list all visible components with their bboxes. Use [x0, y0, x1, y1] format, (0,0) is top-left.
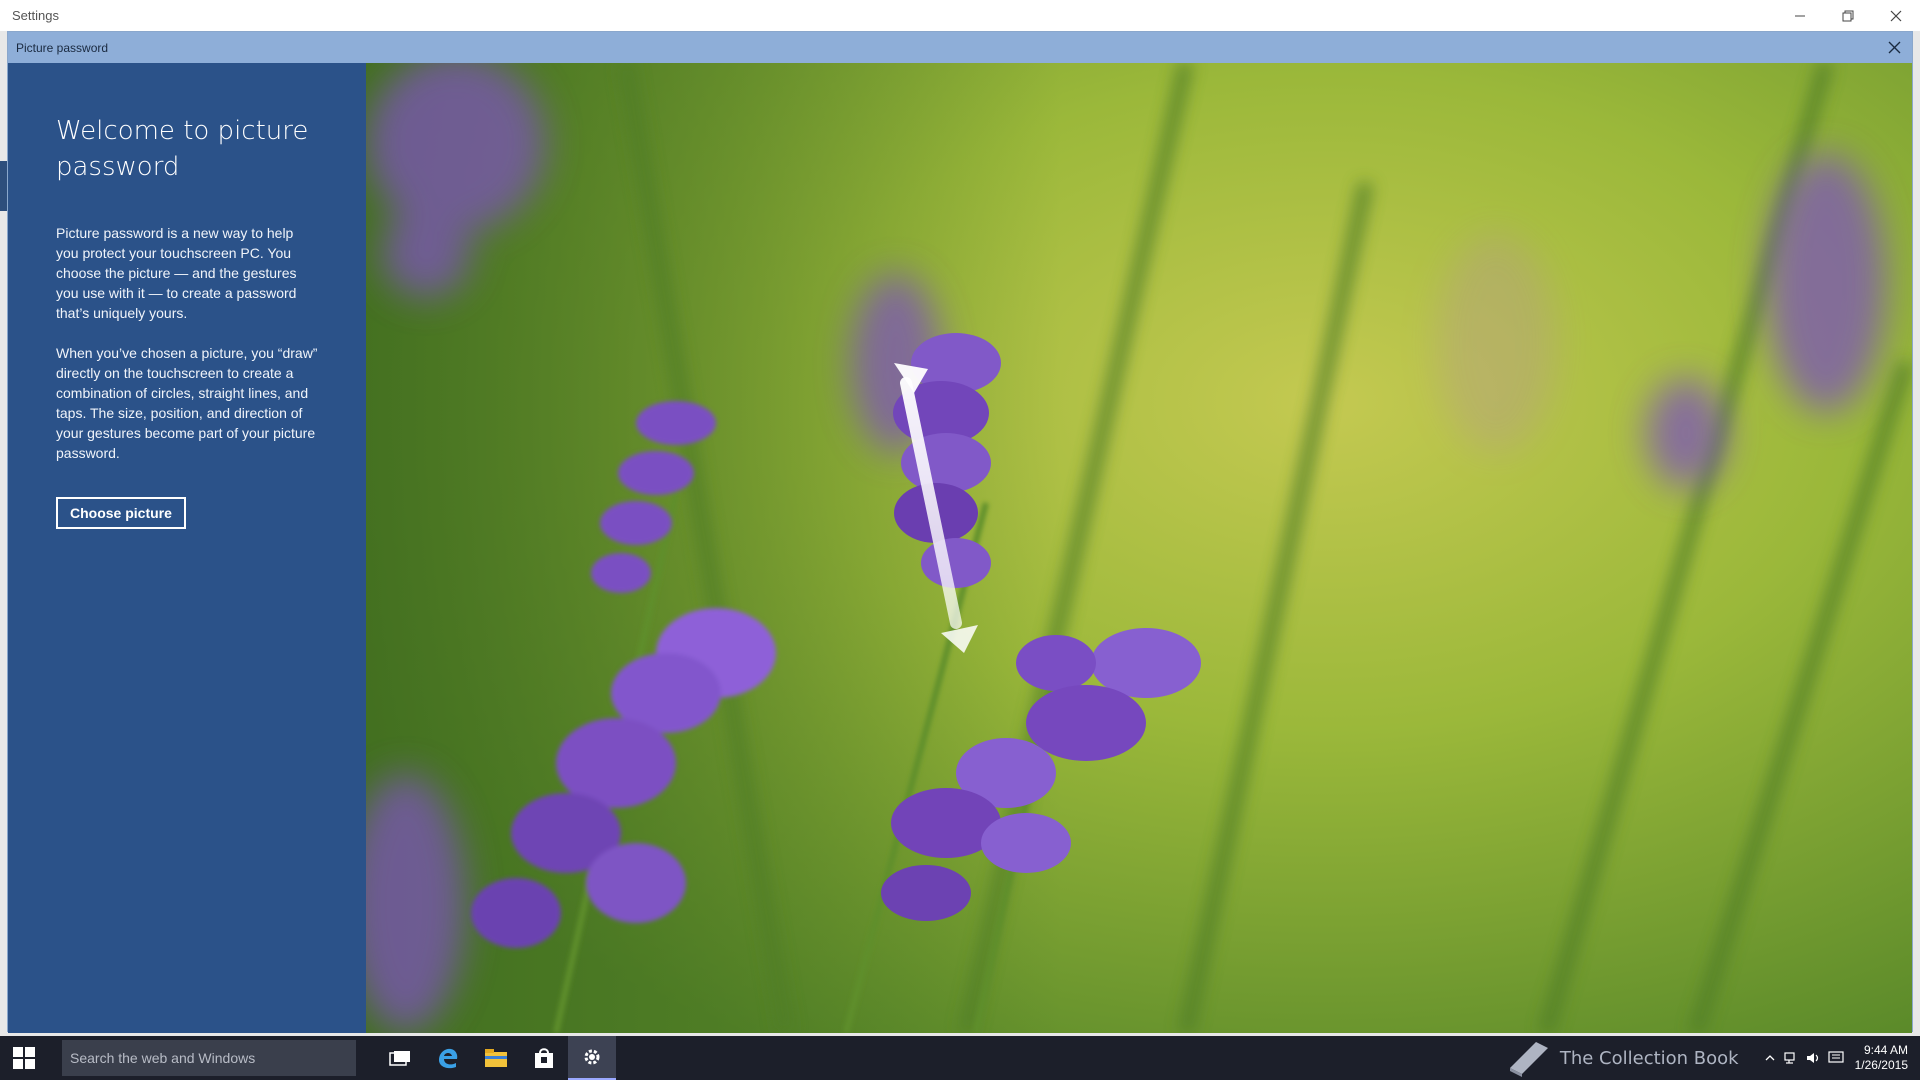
close-button[interactable]	[1872, 0, 1920, 31]
dialog-title: Picture password	[16, 40, 109, 55]
action-center-button[interactable]	[1825, 1036, 1847, 1080]
volume-button[interactable]	[1803, 1036, 1825, 1080]
file-explorer-icon	[485, 1049, 507, 1067]
store-button[interactable]	[520, 1036, 568, 1080]
volume-icon	[1806, 1053, 1818, 1063]
start-button[interactable]	[0, 1036, 48, 1080]
minimize-icon	[1795, 15, 1805, 16]
dialog-header: Picture password	[8, 32, 1912, 63]
file-explorer-button[interactable]	[472, 1036, 520, 1080]
intro-panel: Welcome to picture password Picture pass…	[8, 63, 366, 1033]
task-view-icon	[389, 1051, 410, 1066]
chevron-up-icon	[1765, 1055, 1775, 1061]
system-tray: The Collection Book 9:44 AM 1/26/2015	[1506, 1036, 1920, 1080]
intro-paragraph-2: When you’ve chosen a picture, you “draw”…	[56, 345, 318, 461]
clock[interactable]: 9:44 AM 1/26/2015	[1847, 1043, 1920, 1073]
clock-time: 9:44 AM	[1863, 1043, 1908, 1057]
network-button[interactable]	[1781, 1036, 1803, 1080]
page-title: Welcome to picture password	[56, 116, 309, 182]
store-icon	[535, 1048, 553, 1068]
close-icon	[1890, 10, 1902, 21]
show-hidden-icons-button[interactable]	[1759, 1036, 1781, 1080]
book-icon	[1509, 1042, 1548, 1077]
picture-password-dialog: Picture password Welcome to picture pass…	[7, 31, 1913, 1033]
settings-nav-marker	[0, 161, 7, 211]
windows-logo-icon	[13, 1047, 35, 1069]
restore-button[interactable]	[1824, 0, 1872, 31]
settings-button[interactable]	[568, 1036, 616, 1080]
sample-picture	[366, 63, 1912, 1033]
window-title: Settings	[12, 8, 59, 23]
restore-icon	[1842, 10, 1854, 21]
notification-icon	[1828, 1051, 1844, 1063]
task-view-button[interactable]	[376, 1036, 424, 1080]
edge-icon	[439, 1048, 458, 1069]
network-icon	[1784, 1052, 1795, 1064]
intro-paragraph-1: Picture password is a new way to help yo…	[56, 225, 297, 321]
close-icon	[1888, 41, 1900, 54]
window-controls	[1776, 0, 1920, 31]
dialog-close-button[interactable]	[1876, 32, 1912, 63]
watermark: The Collection Book	[1506, 1038, 1739, 1078]
search-input[interactable]: Search the web and Windows	[62, 1040, 356, 1076]
window-titlebar: Settings	[0, 0, 1920, 31]
edge-button[interactable]	[424, 1036, 472, 1080]
choose-picture-button[interactable]: Choose picture	[56, 497, 186, 529]
watermark-text: The Collection Book	[1559, 1047, 1739, 1069]
taskbar: Search the web and Windows The Collectio…	[0, 1036, 1920, 1080]
settings-icon	[584, 1049, 600, 1065]
lavender-photo	[366, 63, 1912, 1033]
clock-date: 1/26/2015	[1854, 1058, 1908, 1072]
minimize-button[interactable]	[1776, 0, 1824, 31]
